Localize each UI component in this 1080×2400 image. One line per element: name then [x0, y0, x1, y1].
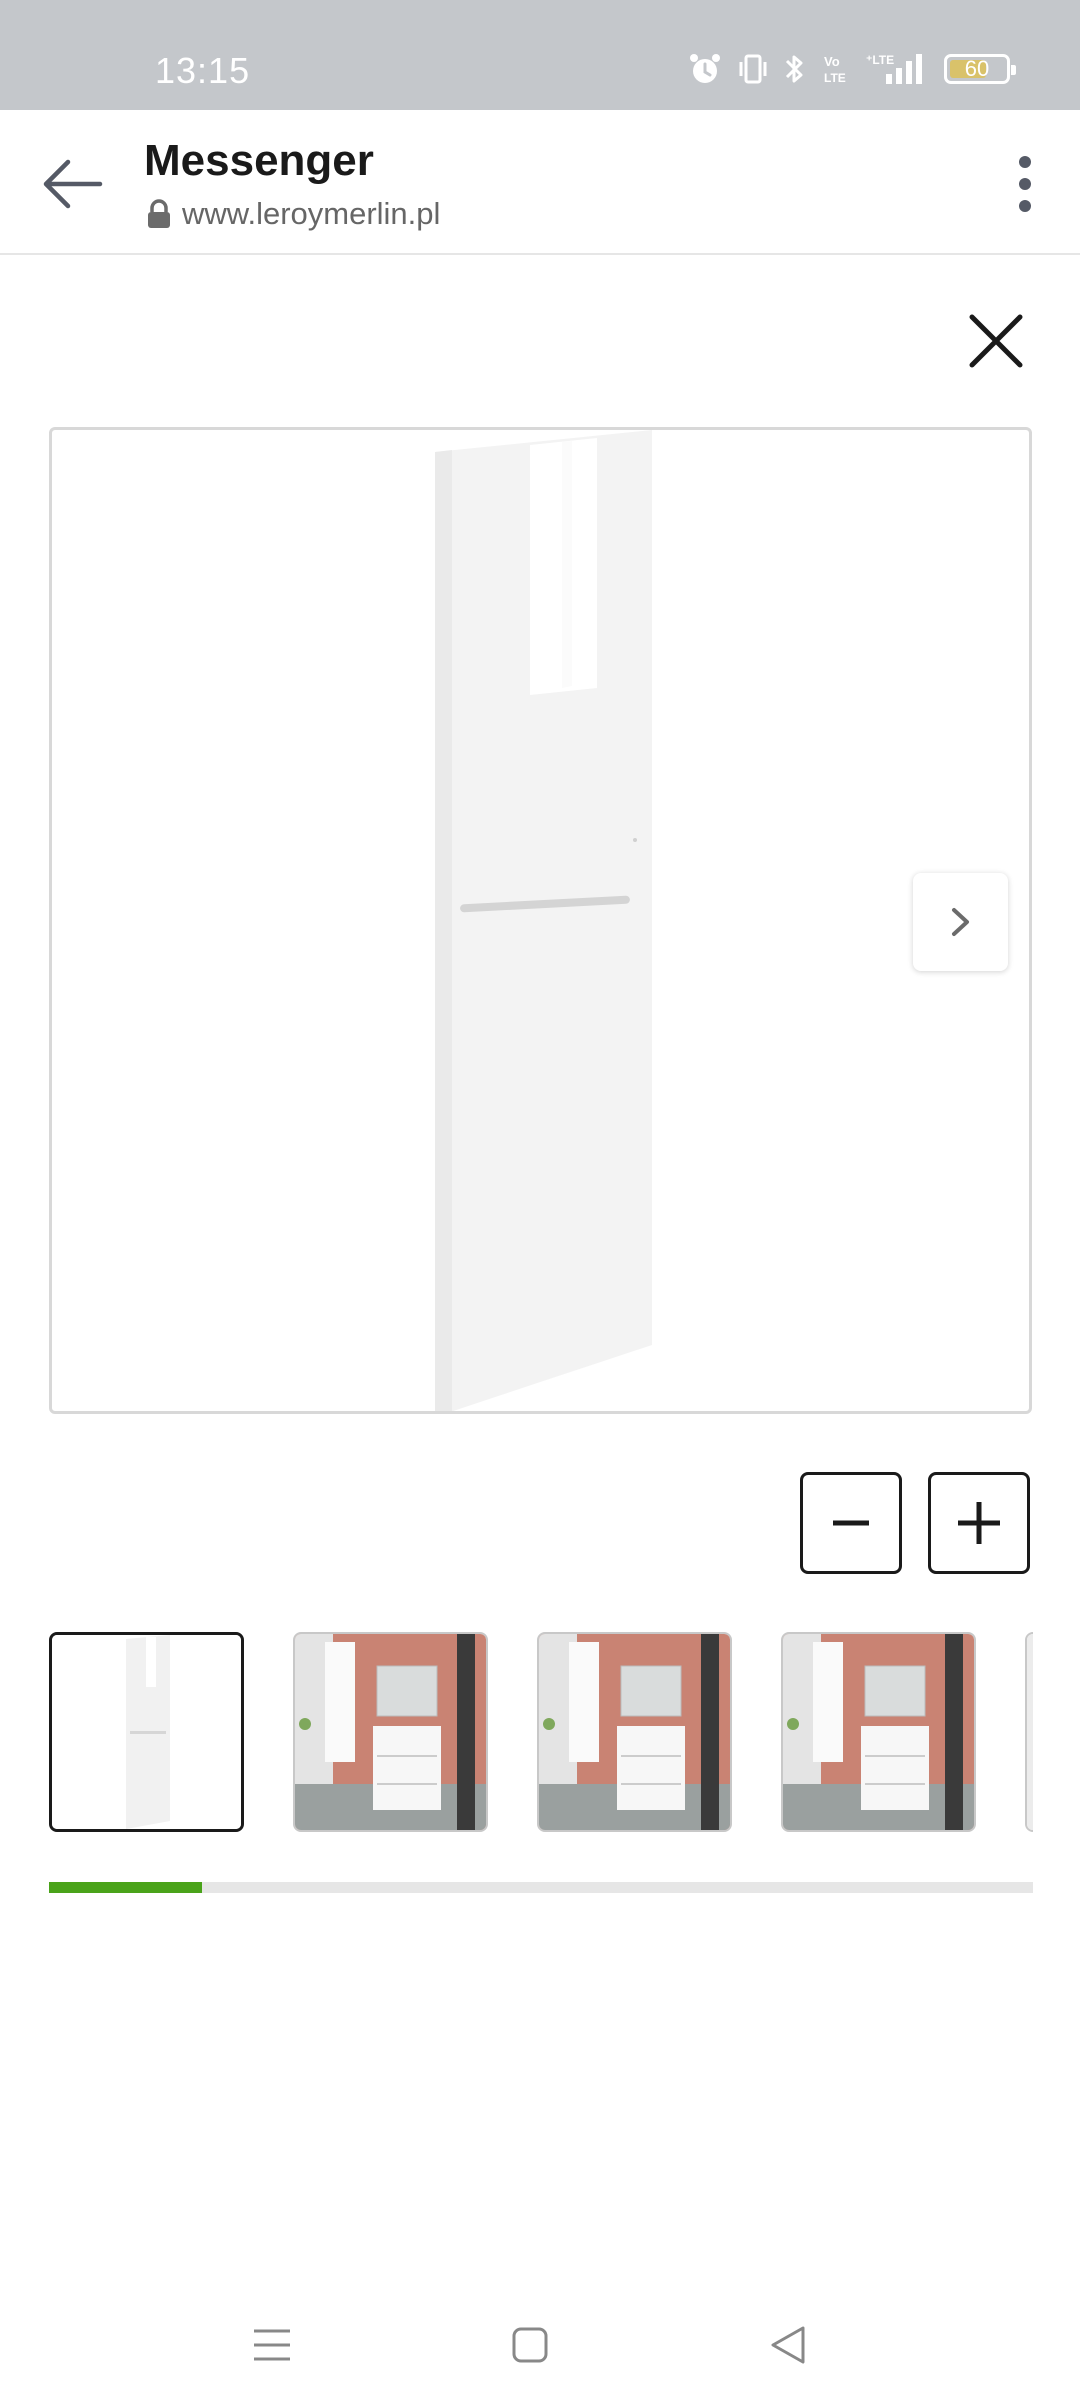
- gallery-scroll-track: [49, 1882, 1033, 1893]
- page-title: Messenger: [144, 136, 374, 185]
- lock-icon: [148, 199, 170, 228]
- url-text: www.leroymerlin.pl: [182, 196, 441, 231]
- gallery-scroll-indicator: [49, 1882, 202, 1893]
- thumbnail-strip[interactable]: [49, 1632, 1033, 1832]
- vibrate-icon: [739, 54, 767, 84]
- thumbnail-2[interactable]: [293, 1632, 488, 1832]
- battery-icon: 60: [944, 54, 1016, 84]
- close-button[interactable]: [965, 310, 1027, 372]
- home-icon: [512, 2327, 548, 2363]
- zoom-in-button[interactable]: [928, 1472, 1030, 1574]
- chevron-right-icon: [951, 908, 969, 936]
- status-time: 13:15: [155, 50, 251, 91]
- main-product-image[interactable]: [49, 427, 1032, 1414]
- minus-icon: [833, 1520, 869, 1526]
- close-icon: [969, 314, 1023, 368]
- volte-icon: Vo LTE: [824, 54, 846, 85]
- app-bar: Messenger www.leroymerlin.pl: [0, 110, 1080, 255]
- thumbnail-1[interactable]: [49, 1632, 244, 1832]
- thumbnail-bathroom-image: [295, 1634, 486, 1830]
- system-nav-bar: [0, 2290, 1080, 2400]
- bluetooth-icon: [785, 55, 803, 83]
- more-options-button[interactable]: [990, 146, 1060, 222]
- thumbnail-3[interactable]: [537, 1632, 732, 1832]
- home-button[interactable]: [495, 2310, 565, 2380]
- thumbnail-product-image: [52, 1635, 241, 1829]
- thumbnail-bathroom-image: [783, 1634, 974, 1830]
- svg-text:Vo: Vo: [824, 54, 840, 69]
- thumbnail-bathroom-image: [539, 1634, 730, 1830]
- product-panel-image: [435, 430, 652, 1411]
- status-bar: 13:15 Vo LTE ⁺LTE 60: [0, 0, 1080, 110]
- recents-icon: [254, 2329, 290, 2361]
- back-triangle-icon: [771, 2326, 805, 2364]
- next-image-button[interactable]: [913, 873, 1008, 971]
- url-row: www.leroymerlin.pl: [146, 196, 440, 232]
- back-arrow-icon: [43, 159, 103, 209]
- lte-signal-icon: ⁺LTE: [866, 53, 922, 84]
- status-icons: Vo LTE ⁺LTE 60: [688, 52, 1016, 86]
- recents-button[interactable]: [237, 2310, 307, 2380]
- thumbnail-5[interactable]: [1025, 1632, 1033, 1832]
- more-vertical-icon: [1019, 156, 1031, 212]
- back-button[interactable]: [34, 146, 110, 222]
- svg-text:LTE: LTE: [824, 71, 846, 85]
- thumbnail-4[interactable]: [781, 1632, 976, 1832]
- zoom-out-button[interactable]: [800, 1472, 902, 1574]
- thumbnail-partial-image: [1027, 1634, 1033, 1830]
- svg-text:⁺LTE: ⁺LTE: [866, 53, 894, 67]
- battery-level: 60: [964, 56, 990, 81]
- alarm-icon: [690, 54, 720, 83]
- system-back-button[interactable]: [753, 2310, 823, 2380]
- plus-icon: [958, 1502, 1000, 1544]
